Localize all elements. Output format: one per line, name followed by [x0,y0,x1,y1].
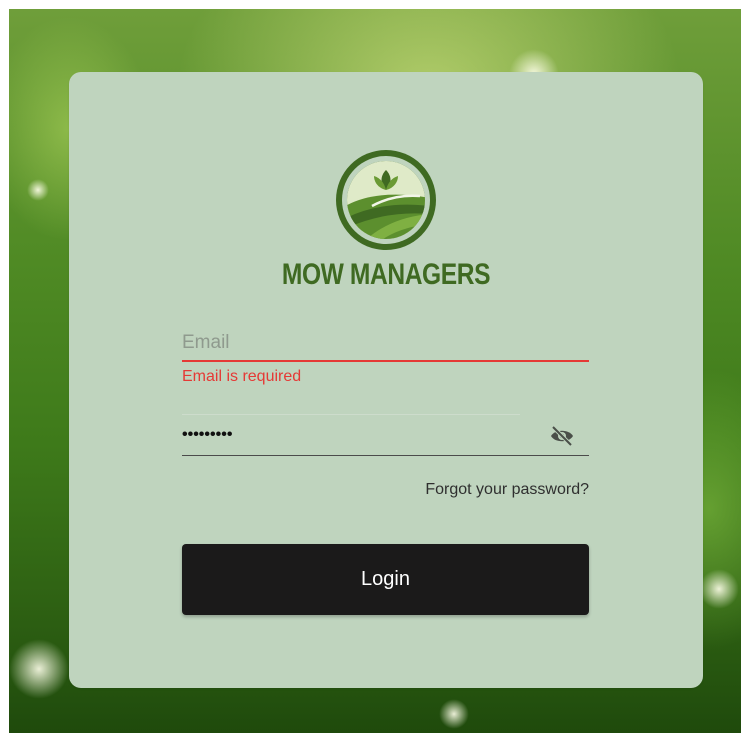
eye-off-icon [551,425,573,447]
bokeh-light [699,569,739,609]
field-leaf-logo-icon [336,150,436,250]
email-error-message: Email is required [182,368,302,385]
brand-logo: MOW MANAGERS [69,148,703,292]
login-button[interactable]: Login [182,544,589,615]
email-input[interactable] [182,326,589,360]
email-underline [182,360,589,362]
password-field[interactable]: ••••••••• [182,414,589,456]
forgot-password-link[interactable]: Forgot your password? [425,481,589,499]
password-field-top-edge [182,414,520,415]
toggle-password-visibility-button[interactable] [549,425,575,447]
email-field[interactable] [182,324,589,362]
bokeh-light [9,639,69,699]
login-card: MOW MANAGERS Email is required •••••••••… [69,72,703,688]
password-underline [182,455,589,456]
bokeh-light [439,699,469,729]
login-page: MOW MANAGERS Email is required •••••••••… [0,0,741,733]
brand-name: MOW MANAGERS [281,258,491,291]
bokeh-light [27,179,49,201]
password-input[interactable]: ••••••••• [182,426,232,444]
